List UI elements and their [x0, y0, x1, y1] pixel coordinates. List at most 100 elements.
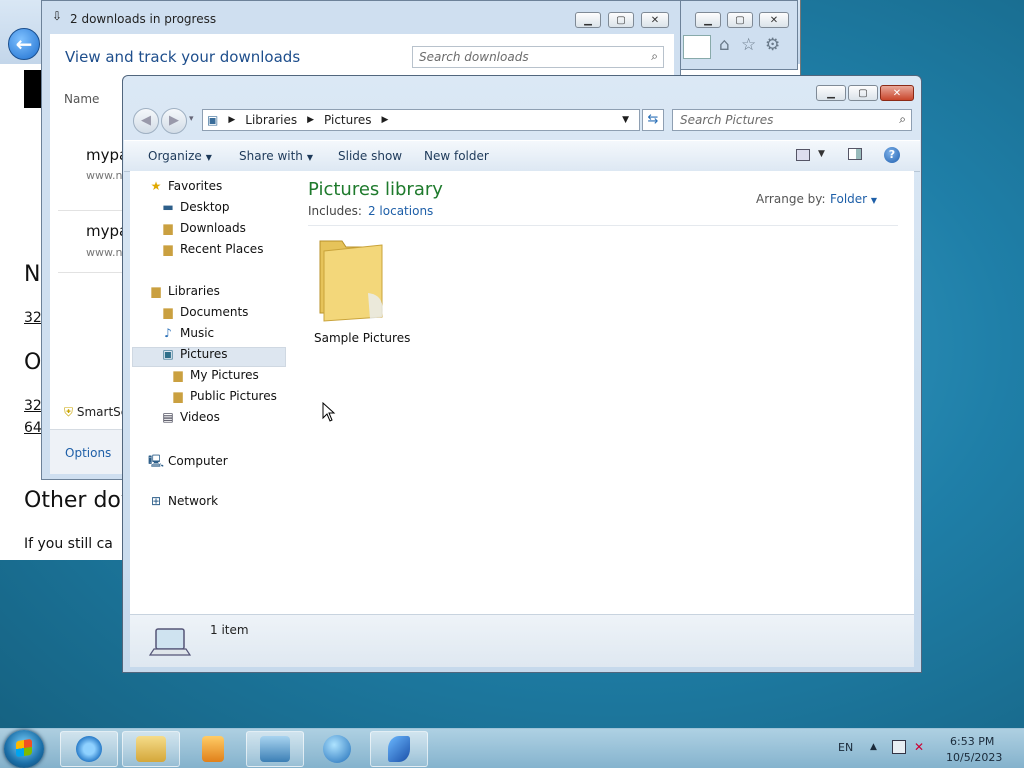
address-dropdown-icon[interactable]: ▼ [622, 115, 629, 125]
includes-locations-link[interactable]: 2 locations [368, 204, 433, 218]
nav-item-documents[interactable]: ▆ Documents [160, 305, 248, 319]
breadcrumb-separator-icon[interactable]: ▶ [307, 115, 314, 125]
taskbar-globe[interactable] [308, 731, 366, 767]
page-heading-o: O [24, 350, 42, 375]
nav-item-recent-places[interactable]: ▆ Recent Places [160, 242, 263, 256]
chevron-down-icon[interactable]: ▼ [818, 149, 825, 159]
libraries-icon: ▆ [151, 284, 161, 298]
nav-item-network[interactable]: ⊞ Network [148, 494, 218, 508]
downloads-minimize-button[interactable]: ▁ [575, 12, 601, 28]
music-icon: ♪ [164, 326, 172, 340]
gear-icon[interactable]: ⚙ [765, 35, 780, 55]
folder-sample-pictures-label[interactable]: Sample Pictures [314, 331, 410, 345]
browser-maximize-button[interactable]: ▢ [727, 12, 753, 28]
explorer-window: ▁ ▢ ✕ ◀ ▶ ▾ ▣ ▶ Libraries ▶ Pictures ▶ ▼… [122, 75, 922, 673]
favorites-star-icon[interactable]: ☆ [741, 35, 756, 55]
breadcrumb-separator-icon[interactable]: ▶ [382, 115, 389, 125]
arrange-by-dropdown[interactable]: Folder ▼ [830, 192, 877, 206]
nav-label: Public Pictures [190, 389, 277, 403]
pictures-library-icon: ▣ [207, 113, 219, 127]
control-panel-icon [260, 736, 290, 762]
breadcrumb-libraries[interactable]: Libraries [245, 113, 297, 127]
page-link-32-b[interactable]: 32 [24, 398, 42, 414]
share-with-button[interactable]: Share with ▼ [239, 149, 313, 163]
volume-muted-icon[interactable]: ✕ [914, 740, 930, 754]
clock-time[interactable]: 6:53 PM [950, 735, 994, 748]
smartscreen-text: SmartSc [76, 405, 128, 419]
home-icon[interactable]: ⌂ [719, 35, 730, 55]
nav-item-music[interactable]: ♪ Music [160, 326, 214, 340]
downloads-maximize-button[interactable]: ▢ [608, 12, 634, 28]
computer-icon [148, 628, 192, 656]
media-player-icon [202, 736, 224, 762]
smartscreen-label[interactable]: ⛨ SmartSc [64, 405, 127, 420]
globe-icon [323, 735, 351, 763]
computer-icon: 🖳 [148, 454, 165, 468]
desktop-icon: ▬ [162, 200, 174, 214]
slide-show-button[interactable]: Slide show [338, 149, 402, 163]
browser-close-button[interactable]: ✕ [759, 12, 789, 28]
downloads-search-input[interactable]: Search downloads ⌕ [412, 46, 664, 68]
browser-back-button[interactable]: ← [8, 28, 40, 60]
search-icon[interactable]: ⌕ [899, 112, 906, 127]
nav-item-desktop[interactable]: ▬ Desktop [160, 200, 230, 214]
new-folder-button[interactable]: New folder [424, 149, 489, 163]
nav-item-my-pictures[interactable]: ▆ My Pictures [170, 368, 258, 382]
nav-label: Downloads [180, 221, 246, 235]
page-heading-n: N [24, 262, 41, 287]
clock-date[interactable]: 10/5/2023 [946, 751, 1002, 764]
share-with-label: Share with [239, 149, 303, 163]
explorer-minimize-button[interactable]: ▁ [816, 85, 846, 101]
search-pictures-input[interactable]: Search Pictures ⌕ [672, 109, 912, 131]
nav-item-libraries[interactable]: ▆ Libraries [148, 284, 219, 298]
page-link-64[interactable]: 64 [24, 420, 42, 436]
nav-item-pictures[interactable]: ▣ Pictures [160, 347, 227, 361]
nav-label: Recent Places [180, 242, 264, 256]
browser-address-stub[interactable] [683, 35, 711, 59]
refresh-icon[interactable]: ⇆ [642, 109, 664, 131]
taskbar-app[interactable] [370, 731, 428, 767]
folder-icon [136, 736, 166, 762]
organize-button[interactable]: Organize ▼ [148, 149, 212, 163]
back-arrow-icon[interactable]: ◀ [133, 108, 159, 134]
explorer-maximize-button[interactable]: ▢ [848, 85, 878, 101]
network-tray-icon[interactable] [892, 740, 906, 754]
taskbar-media-player[interactable] [184, 731, 242, 767]
nav-label: Network [168, 494, 219, 508]
nav-label: Computer [168, 454, 228, 468]
downloads-options-link[interactable]: Options [65, 446, 111, 460]
chevron-down-icon: ▼ [870, 196, 878, 205]
tray-expand-icon[interactable]: ▲ [870, 742, 877, 752]
search-icon[interactable]: ⌕ [651, 49, 658, 64]
breadcrumb-pictures[interactable]: Pictures [324, 113, 372, 127]
nav-label: Desktop [180, 200, 230, 214]
breadcrumb-separator-icon[interactable]: ▶ [228, 115, 235, 125]
taskbar-explorer[interactable] [122, 731, 180, 767]
nav-item-public-pictures[interactable]: ▆ Public Pictures [170, 389, 277, 403]
star-icon: ★ [150, 179, 162, 193]
address-bar[interactable]: ▣ ▶ Libraries ▶ Pictures ▶ ▼ [202, 109, 640, 131]
windows-logo-icon [16, 738, 32, 758]
start-button[interactable] [4, 730, 44, 768]
arrange-by-label: Arrange by: [756, 192, 826, 206]
downloads-column-name[interactable]: Name [64, 92, 99, 106]
page-link-32[interactable]: 32 [24, 310, 42, 326]
language-indicator[interactable]: EN [838, 741, 853, 754]
nav-item-videos[interactable]: ▤ Videos [160, 410, 220, 424]
nav-item-favorites[interactable]: ★ Favorites [148, 179, 223, 193]
view-options-icon[interactable] [796, 149, 810, 161]
taskbar-ie[interactable] [60, 731, 118, 767]
nav-item-computer[interactable]: 🖳 Computer [148, 452, 228, 473]
downloads-close-button[interactable]: ✕ [641, 12, 669, 28]
history-caret-icon[interactable]: ▾ [189, 114, 194, 124]
item-count: 1 item [210, 623, 249, 637]
explorer-close-button[interactable]: ✕ [880, 85, 914, 101]
folder-icon[interactable] [316, 233, 386, 325]
preview-pane-icon[interactable] [848, 148, 862, 160]
page-paragraph: If you still ca [24, 536, 113, 552]
nav-item-downloads[interactable]: ▆ Downloads [160, 221, 246, 235]
forward-arrow-icon[interactable]: ▶ [161, 108, 187, 134]
taskbar-control-panel[interactable] [246, 731, 304, 767]
help-icon[interactable]: ? [884, 147, 900, 163]
browser-minimize-button[interactable]: ▁ [695, 12, 721, 28]
